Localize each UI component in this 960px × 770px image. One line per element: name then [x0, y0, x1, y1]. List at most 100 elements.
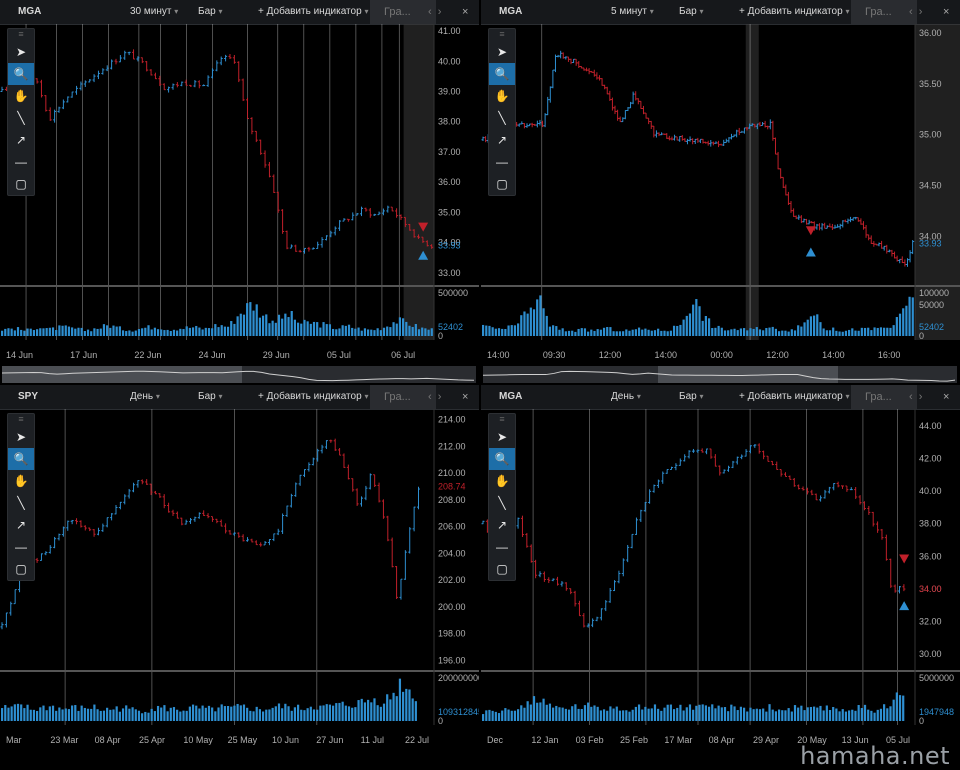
zoom-icon[interactable]: 🔍 [489, 63, 515, 85]
buy-marker-icon[interactable] [805, 247, 816, 257]
close-icon[interactable]: × [943, 0, 949, 24]
navigator-handle[interactable] [658, 366, 838, 383]
arrow-icon[interactable]: ↗ [489, 129, 515, 151]
price-bar [316, 241, 320, 249]
chart-panel-mga-30min[interactable]: MGA 30 минут ▾ Бар ▾ + Добавить индикатор ▾… [0, 0, 479, 383]
timeframe-selector[interactable]: День ▾ [130, 385, 160, 409]
time-tick-label: 29 Jun [263, 350, 290, 360]
chevron-right-icon[interactable]: › [438, 6, 442, 18]
chevron-left-icon[interactable]: ‹ [909, 6, 913, 18]
volume-bar [147, 325, 150, 336]
hand-icon[interactable]: ✋ [489, 85, 515, 107]
chart-tab[interactable]: Гра... [851, 385, 917, 409]
time-tick-label: 10 Jun [272, 735, 299, 745]
price-bar [644, 112, 648, 119]
timeframe-selector[interactable]: День ▾ [611, 385, 641, 409]
chart-type-selector[interactable]: Бар ▾ [198, 0, 222, 24]
price-bar [610, 97, 614, 111]
select-arrow-icon[interactable]: ➤ [8, 41, 34, 63]
sell-marker-icon[interactable] [805, 226, 816, 236]
price-chart[interactable]: 44.00 42.00 40.00 38.00 36.00 34.00 32.00 30.00… [481, 409, 960, 768]
symbol-selector[interactable]: MGA [499, 0, 522, 24]
line-icon[interactable]: ╲ [8, 492, 34, 514]
palette-grip-icon[interactable]: ≡ [8, 414, 34, 426]
palette-grip-icon[interactable]: ≡ [489, 29, 515, 41]
close-icon[interactable]: × [462, 385, 468, 409]
price-bar [48, 545, 52, 554]
chart-tab[interactable]: Гра... [370, 385, 436, 409]
chart-type-selector[interactable]: Бар ▾ [198, 385, 222, 409]
line-icon[interactable]: ╲ [8, 107, 34, 129]
volume-bar [36, 329, 39, 336]
chart-panel-mga-daily[interactable]: MGA День ▾ Бар ▾ + Добавить индикатор ▾ Гра.… [481, 385, 960, 768]
rectangle-icon[interactable]: ▢ [489, 558, 515, 580]
timeframe-selector[interactable]: 5 минут ▾ [611, 0, 654, 24]
select-arrow-icon[interactable]: ➤ [489, 41, 515, 63]
horizontal-line-icon[interactable]: — [489, 151, 515, 173]
horizontal-line-icon[interactable]: — [8, 536, 34, 558]
volume-bar [351, 327, 354, 336]
chart-tab[interactable]: Гра... [851, 0, 917, 24]
symbol-selector[interactable]: MGA [18, 0, 41, 24]
chevron-right-icon[interactable]: › [919, 391, 923, 403]
palette-grip-icon[interactable]: ≡ [489, 414, 515, 426]
line-icon[interactable]: ╲ [489, 107, 515, 129]
horizontal-line-icon[interactable]: — [8, 151, 34, 173]
chevron-left-icon[interactable]: ‹ [428, 391, 432, 403]
chart-panel-mga-5min[interactable]: MGA 5 минут ▾ Бар ▾ + Добавить индикатор ▾ Г… [481, 0, 960, 383]
hand-icon[interactable]: ✋ [8, 85, 34, 107]
price-bar [641, 105, 645, 115]
hand-icon[interactable]: ✋ [489, 470, 515, 492]
line-icon[interactable]: ╲ [489, 492, 515, 514]
symbol-selector[interactable]: SPY [18, 385, 38, 409]
arrow-icon[interactable]: ↗ [8, 129, 34, 151]
timeframe-selector[interactable]: 30 минут ▾ [130, 0, 178, 24]
symbol-selector[interactable]: MGA [499, 385, 522, 409]
volume-bar [265, 314, 268, 336]
volume-bar [188, 706, 191, 721]
volume-bar [857, 705, 860, 721]
palette-grip-icon[interactable]: ≡ [8, 29, 34, 41]
price-chart[interactable]: 36.0035.5035.0034.5034.0033.931000005000… [481, 24, 960, 383]
navigator-handle[interactable] [2, 366, 242, 383]
price-chart[interactable]: 214.00 212.00 210.00 208.00 206.00 204.00 202.… [0, 409, 479, 768]
zoom-icon[interactable]: 🔍 [8, 63, 34, 85]
nav-arrows[interactable]: ‹ › [909, 0, 922, 24]
volume-bar [812, 706, 816, 721]
sell-marker-icon[interactable] [899, 554, 910, 564]
chart-tab[interactable]: Гра... [370, 0, 436, 24]
chevron-left-icon[interactable]: ‹ [428, 6, 432, 18]
nav-arrows[interactable]: ‹ › [428, 0, 441, 24]
arrow-icon[interactable]: ↗ [489, 514, 515, 536]
rectangle-icon[interactable]: ▢ [489, 173, 515, 195]
horizontal-line-icon[interactable]: — [489, 536, 515, 558]
rectangle-icon[interactable]: ▢ [8, 558, 34, 580]
chevron-left-icon[interactable]: ‹ [909, 391, 913, 403]
nav-arrows[interactable]: ‹ › [909, 385, 922, 409]
chevron-right-icon[interactable]: › [919, 6, 923, 18]
buy-marker-icon[interactable] [899, 601, 910, 611]
nav-arrows[interactable]: ‹ › [428, 385, 441, 409]
chevron-right-icon[interactable]: › [438, 391, 442, 403]
chart-panel-spy-daily[interactable]: SPY День ▾ Бар ▾ + Добавить индикатор ▾ Гра.… [0, 385, 479, 768]
price-tick-label: 38.00 [919, 519, 942, 529]
close-icon[interactable]: × [943, 385, 949, 409]
price-chart[interactable]: 41.0040.0039.0038.0037.0036.0035.0034.00… [0, 24, 479, 383]
chart-type-selector[interactable]: Бар ▾ [679, 0, 703, 24]
arrow-icon[interactable]: ↗ [8, 514, 34, 536]
add-indicator-button[interactable]: + Добавить индикатор ▾ [739, 0, 849, 24]
close-icon[interactable]: × [462, 0, 468, 24]
add-indicator-button[interactable]: + Добавить индикатор ▾ [258, 385, 368, 409]
select-arrow-icon[interactable]: ➤ [8, 426, 34, 448]
select-arrow-icon[interactable]: ➤ [489, 426, 515, 448]
price-bar [289, 493, 293, 508]
add-indicator-button[interactable]: + Добавить индикатор ▾ [739, 385, 849, 409]
zoom-icon[interactable]: 🔍 [489, 448, 515, 470]
zoom-icon[interactable]: 🔍 [8, 448, 34, 470]
rectangle-icon[interactable]: ▢ [8, 173, 34, 195]
hand-icon[interactable]: ✋ [8, 470, 34, 492]
volume-bar [99, 710, 102, 721]
volume-bar [838, 331, 841, 336]
chart-type-selector[interactable]: Бар ▾ [679, 385, 703, 409]
add-indicator-button[interactable]: + Добавить индикатор ▾ [258, 0, 368, 24]
